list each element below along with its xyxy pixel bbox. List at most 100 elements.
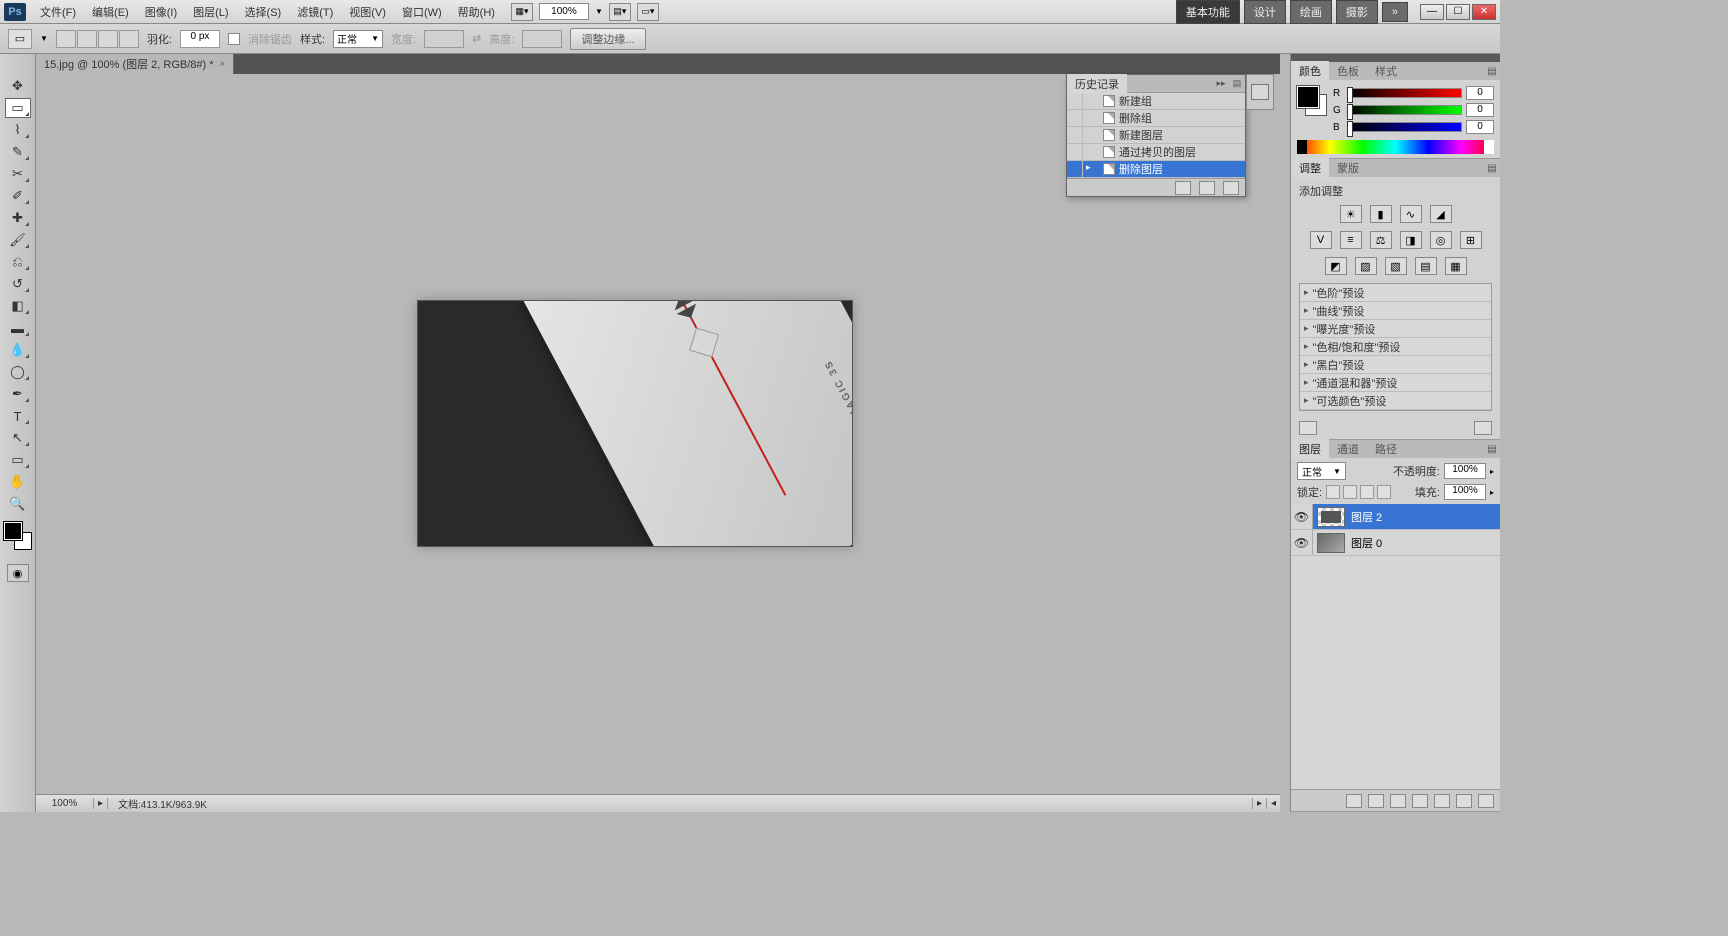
layer-fx-icon[interactable] bbox=[1368, 794, 1384, 808]
gradient-map-icon[interactable]: ▤ bbox=[1415, 257, 1437, 275]
quick-select-tool-icon[interactable]: ✎ bbox=[5, 142, 31, 162]
selection-subtract-icon[interactable] bbox=[98, 30, 118, 48]
new-layer-icon[interactable] bbox=[1456, 794, 1472, 808]
foreground-color-swatch[interactable] bbox=[4, 522, 22, 540]
photo-filter-icon[interactable]: ◎ bbox=[1430, 231, 1452, 249]
preset-channel-mixer[interactable]: "通道混和器"预设 bbox=[1300, 374, 1491, 392]
adjustments-tab[interactable]: 调整 bbox=[1291, 158, 1329, 178]
type-tool-icon[interactable]: T bbox=[5, 406, 31, 426]
quick-mask-icon[interactable]: ◉ bbox=[7, 564, 29, 582]
eyedropper-tool-icon[interactable]: ✐ bbox=[5, 186, 31, 206]
history-item-selected[interactable]: 删除图层 bbox=[1067, 161, 1245, 178]
eraser-tool-icon[interactable]: ◧ bbox=[5, 296, 31, 316]
zoom-tool-icon[interactable]: 🔍 bbox=[5, 494, 31, 514]
adj-return-icon[interactable] bbox=[1299, 421, 1317, 435]
healing-brush-tool-icon[interactable]: ✚ bbox=[5, 208, 31, 228]
clone-stamp-tool-icon[interactable]: ⎌ bbox=[5, 252, 31, 272]
fill-arrow-icon[interactable]: ▸ bbox=[1490, 488, 1494, 497]
pen-tool-icon[interactable]: ✒ bbox=[5, 384, 31, 404]
preset-bw[interactable]: "黑白"预设 bbox=[1300, 356, 1491, 374]
swatches-tab[interactable]: 色板 bbox=[1329, 61, 1367, 81]
layer-name[interactable]: 图层 2 bbox=[1349, 509, 1500, 525]
menu-edit[interactable]: 编辑(E) bbox=[84, 1, 137, 23]
status-zoom-arrow-icon[interactable]: ▸ bbox=[94, 798, 108, 809]
arrange-documents-icon[interactable]: ▤▾ bbox=[609, 3, 631, 21]
brush-tool-icon[interactable]: 🖌 bbox=[5, 230, 31, 250]
hue-sat-icon[interactable]: ≡ bbox=[1340, 231, 1362, 249]
menu-view[interactable]: 视图(V) bbox=[341, 1, 394, 23]
window-minimize-icon[interactable]: — bbox=[1420, 4, 1444, 20]
refine-edge-button[interactable]: 调整边缘... bbox=[570, 28, 645, 50]
selection-intersect-icon[interactable] bbox=[119, 30, 139, 48]
layer-mask-icon[interactable] bbox=[1390, 794, 1406, 808]
screen-mode-icon[interactable]: ▭▾ bbox=[637, 3, 659, 21]
selection-new-icon[interactable] bbox=[56, 30, 76, 48]
panel-collapse-icon[interactable]: ▸▸ bbox=[1213, 78, 1229, 89]
preset-exposure[interactable]: "曝光度"预设 bbox=[1300, 320, 1491, 338]
zoom-dropdown-icon[interactable]: ▼ bbox=[595, 7, 603, 16]
layer-visibility-icon[interactable]: 👁 bbox=[1291, 530, 1313, 555]
history-item[interactable]: 删除组 bbox=[1067, 110, 1245, 127]
layer-thumbnail[interactable] bbox=[1317, 533, 1345, 553]
style-select[interactable]: 正常▼ bbox=[333, 30, 383, 48]
layer-row[interactable]: 👁 图层 2 bbox=[1291, 504, 1500, 530]
preset-hue-sat[interactable]: "色相/饱和度"预设 bbox=[1300, 338, 1491, 356]
history-item[interactable]: 新建图层 bbox=[1067, 127, 1245, 144]
hand-tool-icon[interactable]: ✋ bbox=[5, 472, 31, 492]
zoom-level[interactable]: 100% bbox=[539, 3, 589, 20]
document-tab[interactable]: 15.jpg @ 100% (图层 2, RGB/8#) * × bbox=[36, 54, 234, 74]
layer-row[interactable]: 👁 图层 0 bbox=[1291, 530, 1500, 556]
r-value[interactable]: 0 bbox=[1466, 86, 1494, 100]
blur-tool-icon[interactable]: 💧 bbox=[5, 340, 31, 360]
workspace-more[interactable]: » bbox=[1382, 2, 1408, 22]
selection-add-icon[interactable] bbox=[77, 30, 97, 48]
opacity-input[interactable]: 100% bbox=[1444, 463, 1486, 479]
selective-color-icon[interactable]: ▦ bbox=[1445, 257, 1467, 275]
shape-tool-icon[interactable]: ▭ bbox=[5, 450, 31, 470]
paths-tab[interactable]: 路径 bbox=[1367, 439, 1405, 459]
r-slider[interactable] bbox=[1347, 88, 1462, 98]
vibrance-icon[interactable]: V bbox=[1310, 231, 1332, 249]
window-maximize-icon[interactable]: ☐ bbox=[1446, 4, 1470, 20]
fill-input[interactable]: 100% bbox=[1444, 484, 1486, 500]
history-delete-icon[interactable] bbox=[1223, 181, 1239, 195]
move-tool-icon[interactable]: ✥ bbox=[5, 76, 31, 96]
menu-filter[interactable]: 滤镜(T) bbox=[289, 1, 341, 23]
window-close-icon[interactable]: ✕ bbox=[1472, 4, 1496, 20]
menu-window[interactable]: 窗口(W) bbox=[394, 1, 450, 23]
history-new-doc-icon[interactable] bbox=[1199, 181, 1215, 195]
link-layers-icon[interactable] bbox=[1346, 794, 1362, 808]
lock-all-icon[interactable] bbox=[1377, 485, 1391, 499]
opacity-arrow-icon[interactable]: ▸ bbox=[1490, 467, 1494, 476]
menu-file[interactable]: 文件(F) bbox=[32, 1, 84, 23]
exposure-icon[interactable]: ◢ bbox=[1430, 205, 1452, 223]
menu-help[interactable]: 帮助(H) bbox=[450, 1, 503, 23]
workspace-design[interactable]: 设计 bbox=[1244, 0, 1286, 24]
panel-menu-icon[interactable]: ▤ bbox=[1484, 444, 1500, 455]
layer-visibility-icon[interactable]: 👁 bbox=[1291, 504, 1313, 529]
color-panel-swatches[interactable] bbox=[1297, 86, 1327, 116]
styles-tab[interactable]: 样式 bbox=[1367, 61, 1405, 81]
history-brush-tool-icon[interactable]: ↺ bbox=[5, 274, 31, 294]
history-snapshot-icon[interactable] bbox=[1175, 181, 1191, 195]
marquee-tool-icon[interactable]: ▭ bbox=[5, 98, 31, 118]
preset-levels[interactable]: "色阶"预设 bbox=[1300, 284, 1491, 302]
brightness-icon[interactable]: ☀ bbox=[1340, 205, 1362, 223]
crop-tool-icon[interactable]: ✂ bbox=[5, 164, 31, 184]
history-tab[interactable]: 历史记录 bbox=[1067, 74, 1127, 94]
lock-pixels-icon[interactable] bbox=[1343, 485, 1357, 499]
bw-icon[interactable]: ◨ bbox=[1400, 231, 1422, 249]
menu-image[interactable]: 图像(I) bbox=[137, 1, 185, 23]
tool-preset-dropdown-icon[interactable]: ▼ bbox=[40, 34, 48, 43]
adj-expand-icon[interactable] bbox=[1474, 421, 1492, 435]
feather-input[interactable]: 0 px bbox=[180, 30, 220, 48]
lock-position-icon[interactable] bbox=[1360, 485, 1374, 499]
status-zoom[interactable]: 100% bbox=[36, 798, 94, 809]
masks-tab[interactable]: 蒙版 bbox=[1329, 158, 1367, 178]
preset-curves[interactable]: "曲线"预设 bbox=[1300, 302, 1491, 320]
b-value[interactable]: 0 bbox=[1466, 120, 1494, 134]
workspace-essentials[interactable]: 基本功能 bbox=[1176, 0, 1240, 24]
b-slider[interactable] bbox=[1347, 122, 1462, 132]
curves-icon[interactable]: ∿ bbox=[1400, 205, 1422, 223]
workspace-photography[interactable]: 摄影 bbox=[1336, 0, 1378, 24]
